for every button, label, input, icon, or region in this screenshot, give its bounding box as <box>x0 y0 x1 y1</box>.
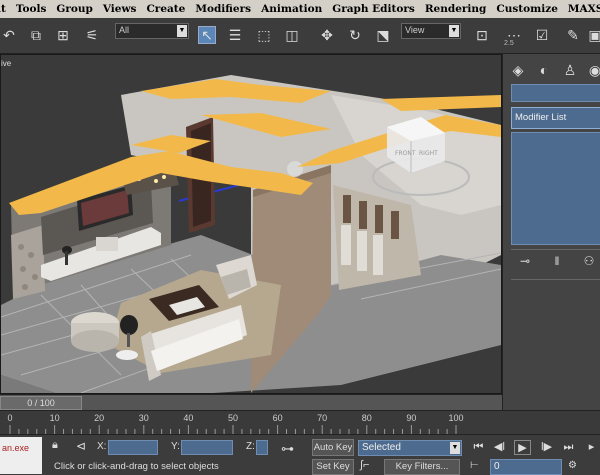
status-bar: an.exe 🔒︎ ⊲ X: Y: Z: ⊶ Click or click-an… <box>0 434 600 475</box>
scene-render: FRONT RIGHT <box>1 55 501 393</box>
object-name-field[interactable] <box>511 84 600 102</box>
tick-label: 60 <box>272 413 283 423</box>
modifier-stack[interactable] <box>511 132 600 245</box>
tick-label: 40 <box>183 413 194 423</box>
link-icon[interactable]: ⧉ <box>27 26 45 44</box>
key-icon[interactable]: ⊶ <box>281 441 294 457</box>
move-icon[interactable]: ✥ <box>318 26 336 44</box>
previous-frame-icon[interactable]: ◀ǀ <box>491 440 508 455</box>
snaps-label: 2.5 <box>504 40 514 47</box>
play-icon[interactable]: ▶ <box>514 440 531 455</box>
chevron-down-icon: ▼ <box>450 442 460 454</box>
selection-filter-dropdown[interactable]: All ▼ <box>115 23 189 39</box>
tick-label: 20 <box>94 413 105 423</box>
prompt-line: Click or click-and-drag to select object… <box>54 461 219 472</box>
track-bar[interactable]: 0 10 20 30 40 50 60 70 80 90 100 <box>0 410 600 435</box>
y-label: Y: <box>171 441 180 452</box>
scale-icon[interactable]: ⬔ <box>374 26 392 44</box>
menu-item-customize[interactable]: Customize <box>491 3 563 15</box>
time-slider-handle[interactable]: 0 / 100 <box>0 396 82 410</box>
pivot-center-icon[interactable]: ⊡ <box>473 26 491 44</box>
set-key-button[interactable]: Set Key <box>312 459 354 475</box>
tick-label: 30 <box>138 413 149 423</box>
menu-item-graph-editors[interactable]: Graph Editors <box>327 3 420 15</box>
selection-filter-value: All <box>119 25 130 35</box>
menu-item-maxscript[interactable]: MAXScript <box>563 3 600 15</box>
rotate-icon[interactable]: ↻ <box>346 26 364 44</box>
reference-coordinate-dropdown[interactable]: View ▼ <box>401 23 461 39</box>
go-to-end-icon[interactable]: ⏭ <box>560 440 577 455</box>
menu-item-tools[interactable]: Tools <box>11 3 52 15</box>
current-frame-field[interactable]: 0 <box>490 459 562 475</box>
time-config-left-icon[interactable]: ⊢ <box>470 460 479 471</box>
undo-icon[interactable]: ↶ <box>0 26 18 44</box>
absolute-mode-icon[interactable]: ⊲ <box>76 439 86 453</box>
show-end-result-icon[interactable]: ǁ <box>549 254 565 270</box>
chevron-down-icon: ▼ <box>177 25 187 37</box>
key-set-dropdown[interactable]: Selected ▼ <box>358 440 462 456</box>
tick-label: 100 <box>448 413 464 423</box>
coord-system-value: View <box>405 25 425 35</box>
rectangular-selection-icon[interactable]: ⬚ <box>255 26 273 44</box>
create-tab-icon[interactable]: ◈ <box>508 60 528 80</box>
auto-key-button[interactable]: Auto Key <box>312 439 354 456</box>
key-mode-toggle-icon[interactable]: ▸ <box>583 440 600 455</box>
tick-label: 10 <box>49 413 60 423</box>
select-by-name-icon[interactable]: ☰ <box>226 26 244 44</box>
hierarchy-tab-icon[interactable]: ♙ <box>560 60 580 80</box>
modifier-list-dropdown[interactable]: Modifier List <box>511 107 600 129</box>
viewport-label[interactable]: ive <box>1 59 11 68</box>
menu-item-modifiers[interactable]: Modifiers <box>190 3 256 15</box>
time-configuration-icon[interactable]: ⚙ <box>568 460 577 471</box>
modify-tab-icon[interactable]: ◐ <box>534 60 554 80</box>
select-object-icon[interactable]: ↖ <box>198 26 216 44</box>
bind-spacewarp-icon[interactable]: ⚟ <box>83 26 101 44</box>
stack-toolbar: ⊸ ǁ ⚇ <box>511 249 600 273</box>
menu-item-rendering[interactable]: Rendering <box>420 3 492 15</box>
menu-item-it[interactable]: it <box>0 3 11 15</box>
viewcube-front-label: FRONT <box>395 150 416 157</box>
command-panel: ◈ ◐ ♙ ◉ Modifier List ⊸ ǁ ⚇ <box>502 54 600 410</box>
spinner-snap-icon[interactable]: ▣ <box>586 26 600 44</box>
main-toolbar: ↶ ⧉ ⊞ ⚟ All ▼ ↖ ☰ ⬚ ◫ ✥ ↻ ⬔ View ▼ ⊡ ⋯ 2… <box>0 18 600 54</box>
viewcube-right-label: RIGHT <box>419 150 438 157</box>
make-unique-icon[interactable]: ⚇ <box>581 254 597 270</box>
perspective-viewport[interactable]: FRONT RIGHT ive <box>0 54 502 394</box>
menu-item-animation[interactable]: Animation <box>256 3 327 15</box>
tick-label: 80 <box>361 413 372 423</box>
time-slider[interactable]: 0 / 100 <box>0 394 502 410</box>
tick-label: 0 <box>7 413 13 423</box>
window-crossing-icon[interactable]: ◫ <box>283 26 301 44</box>
menu-item-group[interactable]: Group <box>51 3 97 15</box>
parameters-rollout <box>511 279 600 409</box>
next-frame-icon[interactable]: ǀ▶ <box>538 440 555 455</box>
tick-label: 90 <box>406 413 417 423</box>
maxscript-listener[interactable]: an.exe <box>0 437 42 474</box>
tick-label: 70 <box>317 413 328 423</box>
key-mode-icon[interactable]: ∫⌐ <box>360 459 369 471</box>
z-label: Z: <box>246 441 255 452</box>
x-coordinate-field[interactable] <box>108 440 158 455</box>
tick-label: 50 <box>227 413 239 423</box>
z-coordinate-field[interactable] <box>256 440 268 455</box>
chevron-down-icon: ▼ <box>449 25 459 37</box>
angle-snap-icon[interactable]: ☑ <box>533 26 551 44</box>
go-to-start-icon[interactable]: ⏮ <box>470 440 487 455</box>
pin-stack-icon[interactable]: ⊸ <box>517 254 533 270</box>
key-filters-button[interactable]: Key Filters... <box>384 459 460 475</box>
selected-value: Selected <box>362 442 401 453</box>
percent-snap-icon[interactable]: ✎ <box>564 26 582 44</box>
menu-bar: itToolsGroupViewsCreateModifiersAnimatio… <box>0 0 600 18</box>
unlink-icon[interactable]: ⊞ <box>54 26 72 44</box>
y-coordinate-field[interactable] <box>181 440 233 455</box>
motion-tab-icon[interactable]: ◉ <box>585 60 600 80</box>
lock-selection-icon[interactable]: 🔒︎ <box>52 439 58 452</box>
menu-item-create[interactable]: Create <box>141 3 190 15</box>
menu-item-views[interactable]: Views <box>98 3 142 15</box>
x-label: X: <box>97 441 107 452</box>
